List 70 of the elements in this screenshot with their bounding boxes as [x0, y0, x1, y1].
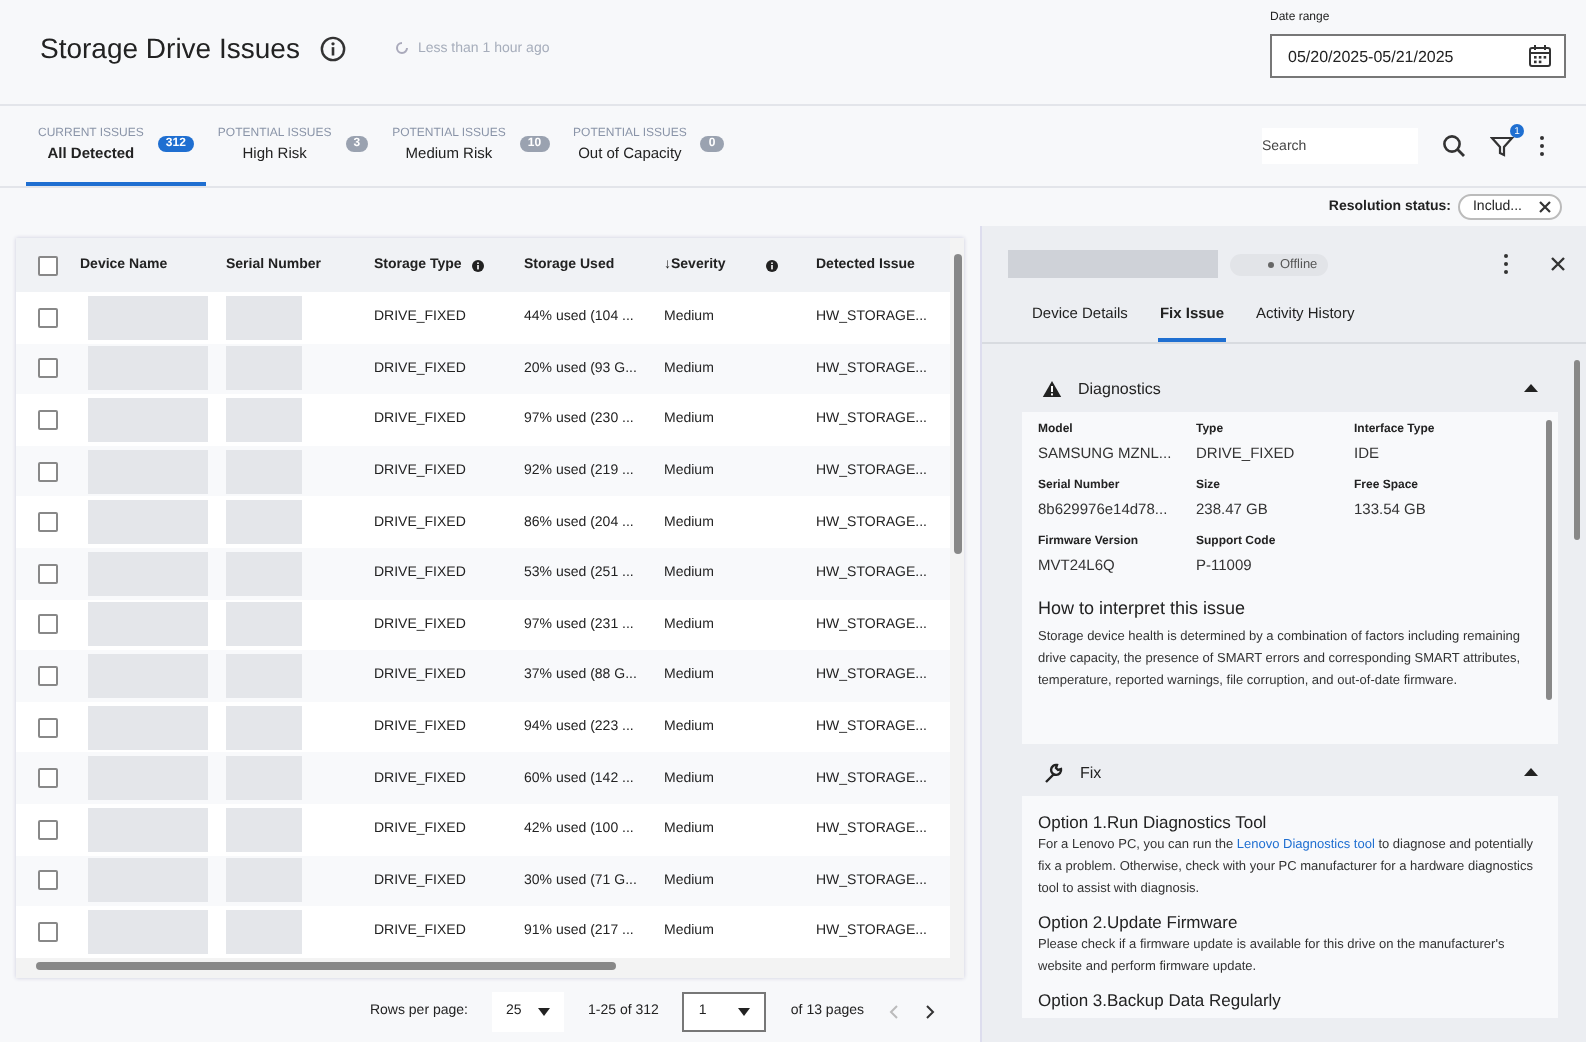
row-checkbox[interactable] [38, 409, 58, 430]
option-heading: Option 2.Update Firmware [1038, 912, 1240, 932]
redacted-block [88, 295, 208, 340]
row-checkbox[interactable] [38, 358, 58, 379]
redacted-block [88, 807, 208, 852]
warning-icon [1042, 379, 1062, 397]
redacted-block [226, 653, 302, 698]
calendar-icon[interactable] [1528, 44, 1552, 68]
row-checkbox[interactable] [38, 768, 58, 789]
horizontal-scrollbar[interactable] [16, 957, 964, 978]
redacted-block [226, 602, 302, 647]
next-page-icon[interactable] [924, 1003, 936, 1020]
redacted-block [88, 397, 208, 442]
redacted-block [226, 346, 302, 391]
row-checkbox[interactable] [38, 563, 58, 584]
redacted-block [226, 500, 302, 545]
section-header[interactable]: Fix [1022, 748, 1558, 796]
caret-icon [738, 1007, 751, 1016]
filter-icon[interactable] [1490, 134, 1514, 158]
row-checkbox[interactable] [38, 665, 58, 686]
row-checkbox[interactable] [38, 461, 58, 482]
redacted-block [88, 909, 208, 954]
collapse-icon[interactable] [1524, 384, 1538, 392]
redacted-block [226, 295, 302, 340]
redacted-block [226, 756, 302, 801]
redacted-block [88, 551, 208, 596]
option-heading: Option 1.Run Diagnostics Tool [1038, 812, 1269, 832]
interpret-heading: How to interpret this issue [1038, 598, 1248, 618]
page-title: Storage Drive Issues [40, 32, 300, 64]
row-checkbox[interactable] [38, 512, 58, 533]
redacted-block [226, 551, 302, 596]
more-options-icon[interactable] [1502, 252, 1510, 276]
row-checkbox[interactable] [38, 717, 58, 738]
more-options-icon[interactable] [1538, 134, 1546, 158]
redacted-block [88, 500, 208, 545]
redacted-block [88, 705, 208, 750]
vertical-scrollbar[interactable] [950, 238, 964, 958]
row-checkbox[interactable] [38, 819, 58, 840]
redacted-block [88, 449, 208, 494]
row-checkbox[interactable] [38, 614, 58, 635]
redacted-block [88, 346, 208, 391]
caret-icon [537, 1007, 550, 1016]
info-icon[interactable] [765, 259, 778, 271]
redacted-block [88, 602, 208, 647]
row-checkbox[interactable] [38, 870, 58, 891]
redacted-block [226, 807, 302, 852]
redacted-block [226, 397, 302, 442]
date-range-field[interactable]: 05/20/2025-05/21/2025 [1270, 34, 1566, 78]
section-header[interactable]: Diagnostics [1022, 364, 1558, 412]
collapse-icon[interactable] [1524, 768, 1538, 776]
redacted-block [226, 705, 302, 750]
refresh-icon[interactable] [393, 40, 410, 56]
redacted-block [226, 909, 302, 954]
previous-page-icon[interactable] [888, 1003, 900, 1020]
close-icon[interactable] [1550, 256, 1566, 272]
redacted-block [226, 449, 302, 494]
info-icon[interactable] [471, 259, 484, 271]
redacted-block [226, 858, 302, 903]
select-all-checkbox[interactable] [38, 255, 58, 275]
info-icon[interactable] [319, 35, 346, 61]
close-icon[interactable] [1538, 200, 1552, 214]
status-dot-icon [1268, 261, 1274, 267]
option-heading: Option 3.Backup Data Regularly [1038, 990, 1283, 1010]
redacted-block [88, 756, 208, 801]
redacted-block [88, 858, 208, 903]
row-checkbox[interactable] [38, 307, 58, 328]
row-checkbox[interactable] [38, 921, 58, 942]
wrench-icon [1042, 761, 1064, 783]
search-icon[interactable] [1442, 134, 1466, 158]
redacted-block [88, 653, 208, 698]
